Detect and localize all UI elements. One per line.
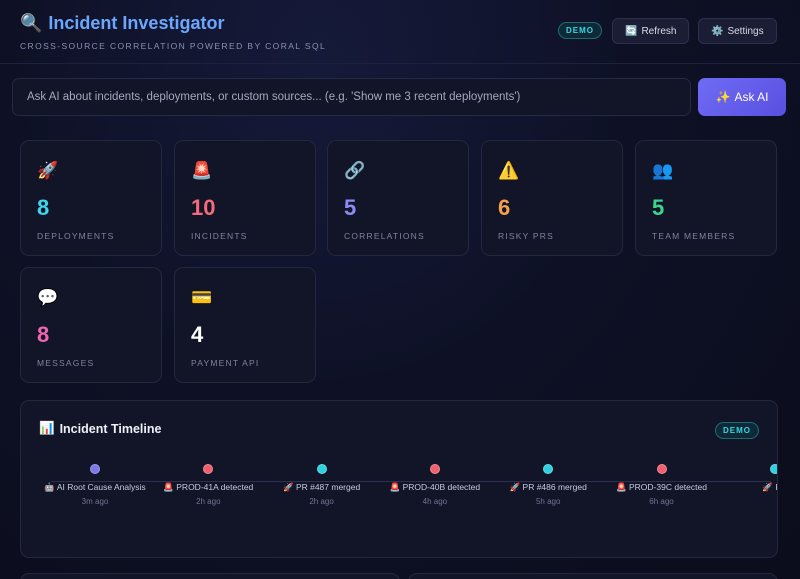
app-header: 🔍 Incident Investigator CROSS-SOURCE COR… [0,0,800,64]
event-title-text: AI Root Cause Analysis [56,482,146,492]
ask-ai-label: Ask AI [734,90,769,104]
stat-value: 8 [37,322,50,347]
timeline-event-title: 🚀 PR #487 merged [262,482,382,493]
timeline-event[interactable]: 🚀 PR [715,464,777,497]
timeline-event-time: 6h ago [649,497,674,506]
stat-card-team-members[interactable]: 👥 5 TEAM MEMBERS [635,140,777,256]
stat-label: INCIDENTS [191,231,248,241]
next-panel-left [20,573,400,579]
sparkles-icon: ✨ [715,90,731,104]
event-title-text: PR #487 merged [295,482,361,492]
stat-label: TEAM MEMBERS [652,231,736,241]
search-icon: 🔍 [20,13,43,33]
timeline-dot [316,464,327,474]
timeline-dot [90,464,100,474]
stat-card-deployments[interactable]: 🚀 8 DEPLOYMENTS [20,140,162,256]
event-title-text: PROD-39C detected [629,482,707,492]
stat-value: 4 [191,322,204,347]
timeline-event[interactable]: 🤖 AI Root Cause Analysis 3m ago [35,464,155,506]
event-icon: 🚀 [282,482,294,492]
timeline-event[interactable]: 🚨 PROD-41A detected 2h ago [148,464,268,506]
timeline-event[interactable]: 🚨 PROD-40B detected 4h ago [375,464,495,506]
timeline-event-title: 🚨 PROD-39C detected [602,482,722,493]
timeline-event[interactable]: 🚀 PR #486 merged 5h ago [488,464,608,506]
timeline-event-title: 🤖 AI Root Cause Analysis [35,482,155,493]
timeline-dot [203,464,214,474]
refresh-button[interactable]: 🔄 Refresh [612,18,690,44]
demo-badge: DEMO [558,22,602,39]
siren-icon: 🚨 [191,161,213,180]
settings-label: Settings [727,25,764,37]
settings-button[interactable]: ⚙️ Settings [698,18,777,44]
refresh-icon: 🔄 [625,25,638,37]
warning-icon: ⚠️ [498,161,520,180]
timeline-event-time: 4h ago [422,497,448,506]
refresh-label: Refresh [641,25,677,37]
stat-value: 8 [37,195,50,220]
link-icon: 🔗 [344,161,366,180]
stat-card-incidents[interactable]: 🚨 10 INCIDENTS [174,140,316,256]
stat-card-risky-prs[interactable]: ⚠️ 6 RISKY PRS [481,140,623,256]
team-icon: 👥 [652,161,674,180]
timeline-event-title: 🚨 PROD-40B detected [375,482,495,493]
timeline-dot [543,464,554,474]
stat-card-correlations[interactable]: 🔗 5 CORRELATIONS [327,140,469,256]
timeline-event-time: 2h ago [196,497,221,506]
timeline-event-time: 5h ago [535,497,561,506]
event-title-text: PR #486 merged [522,482,587,492]
timeline-event-title: 🚀 PR #486 merged [488,482,608,493]
stat-value: 10 [191,195,216,220]
stat-value: 5 [344,195,357,220]
stat-label: MESSAGES [37,358,95,368]
event-icon: 🤖 [44,482,55,492]
event-icon: 🚀 [762,482,773,492]
event-icon: 🚨 [389,482,401,492]
app-subtitle: CROSS-SOURCE CORRELATION POWERED BY CORA… [20,41,327,51]
timeline-title-text: Incident Timeline [59,421,162,436]
event-icon: 🚨 [616,482,627,492]
timeline-dot [429,464,440,474]
event-title-text: PR [775,482,777,492]
stat-label: DEPLOYMENTS [37,231,115,241]
event-icon: 🚀 [509,482,521,492]
event-icon: 🚨 [163,482,174,492]
stat-card-messages[interactable]: 💬 8 MESSAGES [20,267,162,383]
timeline-event[interactable]: 🚀 PR #487 merged 2h ago [262,464,382,506]
stat-value: 5 [652,195,665,220]
stat-label: CORRELATIONS [344,231,425,241]
app-title: 🔍 Incident Investigator [20,13,224,34]
timeline-event-time: 3m ago [81,497,109,506]
timeline-demo-badge: DEMO [715,422,759,439]
chat-icon: 💬 [37,288,59,307]
ask-ai-bar: ✨ Ask AI [12,78,788,116]
ask-ai-button[interactable]: ✨ Ask AI [698,78,786,116]
app-title-text: Incident Investigator [48,13,225,33]
bar-chart-icon: 📊 [39,421,55,435]
event-title-text: PROD-41A detected [176,482,254,492]
ask-ai-input[interactable] [12,78,691,116]
stat-value: 6 [498,195,511,220]
gear-icon: ⚙️ [711,25,724,37]
stat-card-payment-api[interactable]: 💳 4 PAYMENT API [174,267,316,383]
timeline-title: 📊 Incident Timeline [39,421,161,436]
timeline-dot [769,464,777,474]
timeline-dot [656,464,667,474]
stat-label: RISKY PRS [498,231,554,241]
timeline-event-time: 2h ago [309,497,334,506]
incident-timeline-panel: 📊 Incident Timeline DEMO 🤖 AI Root Cause… [20,400,778,558]
stat-label: PAYMENT API [191,358,260,368]
timeline-event-title: 🚀 PR [715,482,777,493]
rocket-icon: 🚀 [37,161,59,180]
timeline-event-title: 🚨 PROD-41A detected [148,482,268,493]
credit-card-icon: 💳 [191,288,213,307]
event-title-text: PROD-40B detected [402,482,481,492]
next-panel-right [408,573,778,579]
timeline-event[interactable]: 🚨 PROD-39C detected 6h ago [602,464,722,506]
